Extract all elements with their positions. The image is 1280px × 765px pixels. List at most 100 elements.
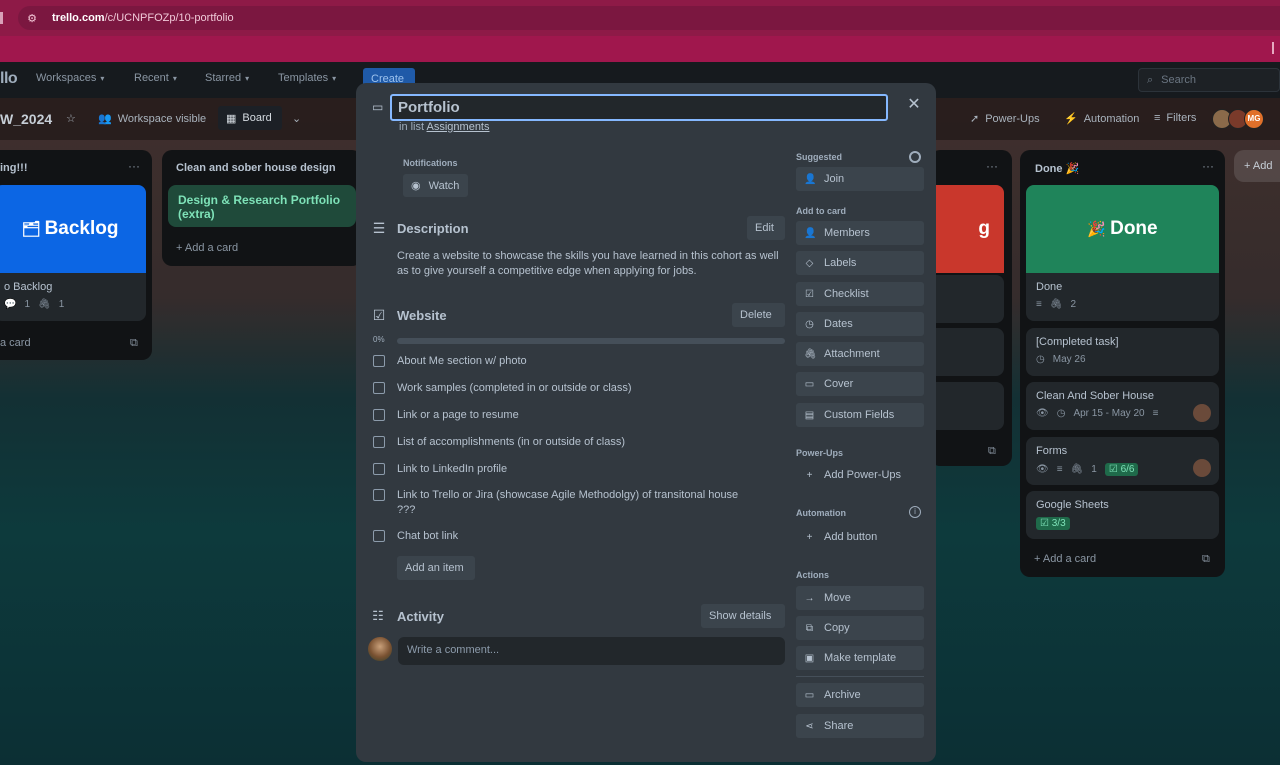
more-icon[interactable]: ···	[1202, 159, 1214, 173]
members-button[interactable]: 👤 Members	[796, 221, 924, 245]
move-button[interactable]: → Move	[796, 586, 924, 610]
archive-label: Archive	[824, 689, 861, 701]
list-link[interactable]: Assignments	[427, 121, 490, 133]
avatar[interactable]	[1193, 459, 1211, 477]
avatar[interactable]	[368, 637, 392, 661]
checklist-item-text[interactable]: Link to LinkedIn profile	[397, 462, 507, 477]
card[interactable]: Forms 👁 ≡ 🖇 1 ☑ 6/6	[1026, 437, 1219, 485]
board-members[interactable]: MG	[1212, 109, 1264, 129]
list-title[interactable]: Clean and sober house design	[176, 162, 336, 174]
checklist-item-text[interactable]: Link to Trello or Jira (showcase Agile M…	[397, 488, 743, 518]
dates-button[interactable]: ◷ Dates	[796, 312, 924, 336]
attachment-icon: 🖇	[1049, 299, 1063, 310]
info-icon[interactable]: i	[909, 506, 921, 518]
card[interactable]: Design & Research Portfolio (extra)	[168, 185, 356, 227]
close-icon[interactable]: ✕	[904, 95, 924, 115]
template-icon[interactable]: ⧉	[988, 445, 996, 458]
site-settings-icon[interactable]: ⚙	[26, 12, 38, 25]
copy-button[interactable]: ⧉ Copy	[796, 616, 924, 640]
checkbox[interactable]	[373, 409, 385, 421]
labels-button[interactable]: ◇ Labels	[796, 251, 924, 275]
board-view-button[interactable]: ▦ Board	[218, 106, 282, 130]
nav-starred[interactable]: Starred ▾	[205, 72, 249, 84]
add-checklist-item-button[interactable]: Add an item	[397, 556, 475, 580]
checkbox[interactable]	[373, 489, 385, 501]
edit-description-button[interactable]: Edit	[747, 216, 785, 240]
checklist-item[interactable]: Work samples (completed in or outside or…	[373, 381, 773, 396]
checklist-button[interactable]: ☑ Checklist	[796, 282, 924, 306]
cover-button[interactable]: ▭ Cover	[796, 372, 924, 396]
checklist-item[interactable]: About Me section w/ photo	[373, 354, 773, 369]
card-cover[interactable]: 🗂 Backlog	[0, 185, 146, 273]
checklist-item[interactable]: Link or a page to resume	[373, 408, 773, 423]
board-name[interactable]: W_2024	[0, 111, 52, 127]
trello-logo[interactable]: llo	[0, 70, 18, 88]
gear-icon[interactable]	[909, 151, 921, 163]
list-title[interactable]: Done 🎉	[1035, 162, 1079, 175]
automation-button[interactable]: ⚡ Automation	[1064, 112, 1139, 126]
delete-checklist-button[interactable]: Delete	[732, 303, 785, 327]
checklist-item-text[interactable]: About Me section w/ photo	[397, 354, 527, 369]
card[interactable]: o Backlog 💬 1 🖇 1	[0, 273, 146, 321]
card[interactable]	[930, 382, 1004, 430]
join-button[interactable]: 👤 Join	[796, 167, 924, 191]
card-cover[interactable]: g	[930, 185, 1004, 273]
template-icon[interactable]: ⧉	[130, 337, 138, 350]
power-ups-button[interactable]: ➚ Power-Ups	[970, 112, 1040, 126]
star-icon[interactable]: ☆	[66, 112, 76, 125]
add-power-ups-button[interactable]: + Add Power-Ups	[796, 463, 924, 487]
template-icon[interactable]: ⧉	[1202, 553, 1210, 566]
card[interactable]	[930, 328, 1004, 376]
add-list-button[interactable]: + Add	[1234, 150, 1280, 182]
address-bar[interactable]: ⚙ trello.com /c/UCNPFOZp/10-portfolio	[18, 6, 1280, 30]
card[interactable]: [Completed task] ◷ May 26	[1026, 328, 1219, 376]
checkbox[interactable]	[373, 355, 385, 367]
make-template-button[interactable]: ▣ Make template	[796, 646, 924, 670]
checklist-item[interactable]: Link to LinkedIn profile	[373, 462, 773, 477]
share-button[interactable]: ⋖ Share	[796, 714, 924, 738]
add-card-button[interactable]: + Add a card	[176, 242, 238, 254]
nav-workspaces[interactable]: Workspaces ▾	[36, 72, 104, 84]
checkbox[interactable]	[373, 463, 385, 475]
card[interactable]: Done ≡ 🖇 2	[1026, 273, 1219, 321]
watch-button[interactable]: ◉ Watch	[403, 174, 468, 197]
archive-button[interactable]: ▭ Archive	[796, 683, 924, 707]
checklist-item-text[interactable]: List of accomplishments (in or outside o…	[397, 435, 625, 450]
search-input[interactable]: ⌕ Search	[1138, 68, 1280, 92]
list-title[interactable]: ing!!!	[0, 162, 27, 174]
chevron-down-icon[interactable]: ⌄	[292, 112, 301, 125]
checklist-item-text[interactable]: Chat bot link	[397, 529, 458, 544]
workspace-visible-button[interactable]: 👥 Workspace visible	[98, 112, 206, 126]
add-card-button[interactable]: a card	[0, 337, 31, 349]
avatar-initials[interactable]: MG	[1244, 109, 1264, 129]
comment-input[interactable]: Write a comment...	[398, 637, 785, 665]
nav-recent[interactable]: Recent ▾	[134, 72, 177, 84]
back-button-edge[interactable]	[0, 12, 3, 24]
checklist-item[interactable]: Link to Trello or Jira (showcase Agile M…	[373, 488, 743, 518]
card-cover[interactable]: 🎉 Done	[1026, 185, 1219, 273]
card-title-input[interactable]: Portfolio	[390, 94, 888, 121]
more-icon[interactable]: ···	[128, 159, 140, 173]
attachment-button[interactable]: 🖇 Attachment	[796, 342, 924, 366]
checklist-item-text[interactable]: Link or a page to resume	[397, 408, 519, 423]
avatar[interactable]	[1193, 404, 1211, 422]
nav-templates[interactable]: Templates ▾	[278, 72, 336, 84]
custom-fields-button[interactable]: ▤ Custom Fields	[796, 403, 924, 427]
attachment-count: 1	[1091, 464, 1097, 475]
show-details-button[interactable]: Show details	[701, 604, 785, 628]
more-icon[interactable]: ···	[986, 159, 998, 173]
checkbox[interactable]	[373, 530, 385, 542]
checklist-heading[interactable]: Website	[397, 308, 447, 323]
checkbox[interactable]	[373, 382, 385, 394]
checklist-item[interactable]: List of accomplishments (in or outside o…	[373, 435, 773, 450]
checklist-item[interactable]: Chat bot link	[373, 529, 773, 544]
add-button-button[interactable]: + Add button	[796, 525, 924, 549]
card[interactable]: Clean And Sober House 👁 ◷ Apr 15 - May 20 ≡	[1026, 382, 1219, 430]
filters-button[interactable]: ≡ Filters	[1154, 112, 1196, 124]
checklist-item-text[interactable]: Work samples (completed in or outside or…	[397, 381, 632, 396]
card[interactable]: Google Sheets ☑ 3/3	[1026, 491, 1219, 539]
description-text[interactable]: Create a website to showcase the skills …	[397, 249, 787, 279]
checkbox[interactable]	[373, 436, 385, 448]
card[interactable]	[930, 275, 1004, 323]
add-card-button[interactable]: + Add a card	[1034, 553, 1096, 565]
